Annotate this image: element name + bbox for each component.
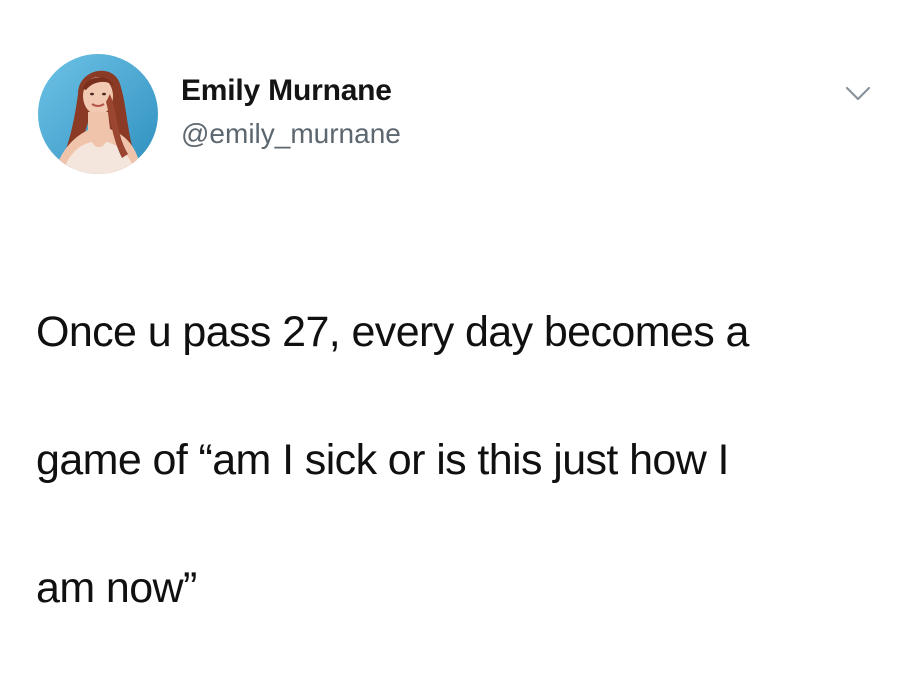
tweet-text-line: Once u pass 27, every day becomes a	[36, 308, 749, 356]
tweet-text: Once u pass 27, every day becomes a game…	[36, 236, 856, 684]
tweet-text-line: game of “am I sick or is this just how I	[36, 436, 730, 484]
profile-photo	[38, 54, 158, 174]
chevron-down-icon[interactable]	[843, 84, 873, 104]
author-handle[interactable]: @emily_murnane	[181, 118, 401, 150]
tweet-card: Emily Murnane @emily_murnane Once u pass…	[0, 0, 900, 612]
avatar[interactable]	[38, 54, 158, 174]
author-name[interactable]: Emily Murnane	[181, 74, 392, 108]
tweet-text-line: am now”	[36, 564, 197, 612]
